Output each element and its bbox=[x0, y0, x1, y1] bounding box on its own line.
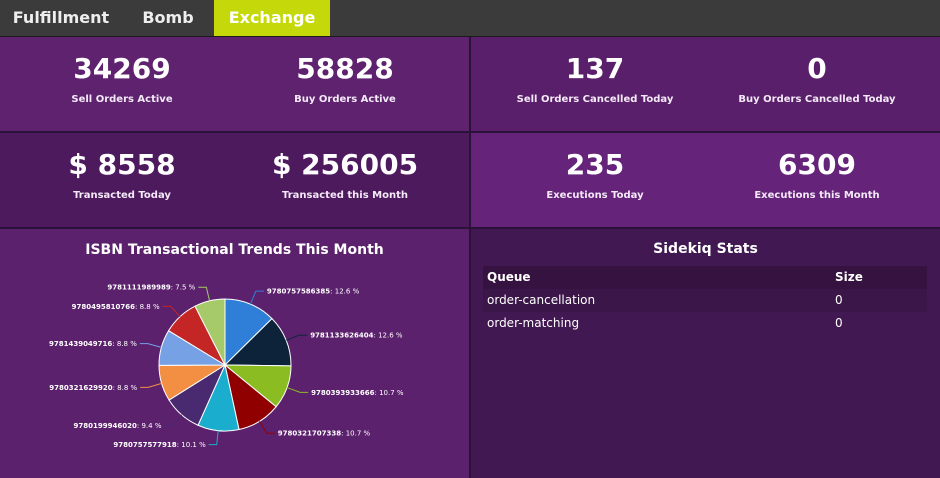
executions-panel: 235 Executions Today 6309 Executions thi… bbox=[471, 133, 940, 227]
buy-orders-cancelled-metric: 0 Buy Orders Cancelled Today bbox=[702, 52, 932, 106]
transacted-today-metric: $ 8558 Transacted Today bbox=[7, 148, 237, 202]
pie-connector-9780199946020 bbox=[164, 414, 183, 426]
sell-orders-active-metric: 34269 Sell Orders Active bbox=[7, 52, 237, 106]
pie-label-9781111989989: 9781111989989: 7.5 % bbox=[107, 284, 195, 292]
pie-label-9780199946020: 9780199946020: 9.4 % bbox=[74, 422, 162, 430]
transacted-month-metric: $ 256005 Transacted this Month bbox=[230, 148, 460, 202]
pie-label-9780321629920: 9780321629920: 8.8 % bbox=[49, 384, 137, 392]
table-row: order-matching 0 bbox=[483, 312, 927, 335]
sidekiq-panel: Sidekiq Stats Queue Size order-cancellat… bbox=[471, 229, 940, 478]
executions-month-label: Executions this Month bbox=[754, 190, 880, 201]
pie-label-9780393933666: 9780393933666: 10.7 % bbox=[311, 389, 404, 397]
transacted-month-label: Transacted this Month bbox=[282, 190, 408, 201]
buy-orders-active-value: 58828 bbox=[296, 52, 394, 85]
tab-exchange[interactable]: Exchange bbox=[214, 0, 330, 36]
sell-orders-active-label: Sell Orders Active bbox=[71, 94, 173, 105]
transacted-today-label: Transacted Today bbox=[73, 190, 171, 201]
executions-today-metric: 235 Executions Today bbox=[480, 148, 710, 202]
isbn-chart-panel: ISBN Transactional Trends This Month 978… bbox=[0, 229, 469, 478]
table-row: order-cancellation 0 bbox=[483, 289, 927, 312]
orders-cancelled-panel: 137 Sell Orders Cancelled Today 0 Buy Or… bbox=[471, 37, 940, 131]
sell-orders-cancelled-value: 137 bbox=[565, 52, 625, 85]
pie-connector-9780757577918 bbox=[208, 430, 219, 446]
tab-bomb[interactable]: Bomb bbox=[122, 0, 214, 36]
tab-fulfillment[interactable]: Fulfillment bbox=[0, 0, 122, 36]
orders-active-panel: 34269 Sell Orders Active 58828 Buy Order… bbox=[0, 37, 469, 131]
pie-label-9780757586385: 9780757586385: 12.6 % bbox=[267, 288, 360, 296]
sidekiq-table: Queue Size order-cancellation 0 order-ma… bbox=[483, 266, 927, 335]
queue-size: 0 bbox=[835, 293, 843, 307]
pie-connector-9781133626404 bbox=[286, 334, 308, 341]
queue-name: order-cancellation bbox=[487, 293, 596, 307]
sell-orders-cancelled-metric: 137 Sell Orders Cancelled Today bbox=[480, 52, 710, 106]
transacted-today-value: $ 8558 bbox=[68, 148, 176, 181]
pie-connector-9780321629920 bbox=[140, 382, 162, 388]
pie-connector-9780321707338 bbox=[259, 421, 275, 434]
pie-label-9781439049716: 9781439049716: 8.8 % bbox=[49, 340, 137, 348]
isbn-pie-chart: 9780757586385: 12.6 % 9781133626404: 12.6… bbox=[49, 284, 404, 449]
buy-orders-active-label: Buy Orders Active bbox=[294, 94, 396, 105]
executions-today-label: Executions Today bbox=[546, 190, 644, 201]
buy-orders-active-metric: 58828 Buy Orders Active bbox=[230, 52, 460, 106]
pie-label-9780495810766: 9780495810766: 8.8 % bbox=[72, 303, 160, 311]
size-column-header: Size bbox=[835, 270, 863, 284]
queue-name: order-matching bbox=[487, 316, 580, 330]
sell-orders-active-value: 34269 bbox=[73, 52, 171, 85]
transacted-month-value: $ 256005 bbox=[271, 148, 419, 181]
pie-label-9780321707338: 9780321707338: 10.7 % bbox=[278, 430, 371, 438]
queue-column-header: Queue bbox=[487, 270, 531, 284]
top-nav: Fulfillment Bomb Exchange bbox=[0, 0, 940, 37]
pie-connector-9781111989989 bbox=[198, 286, 211, 301]
sidekiq-title: Sidekiq Stats bbox=[653, 241, 758, 257]
pie-connector-9781439049716 bbox=[139, 343, 162, 348]
transacted-panel: $ 8558 Transacted Today $ 256005 Transac… bbox=[0, 133, 469, 227]
pie-label-9781133626404: 9781133626404: 12.6 % bbox=[310, 332, 403, 340]
executions-month-metric: 6309 Executions this Month bbox=[702, 148, 932, 202]
pie-label-9780757577918: 9780757577918: 10.1 % bbox=[113, 441, 206, 449]
queue-size: 0 bbox=[835, 316, 843, 330]
buy-orders-cancelled-value: 0 bbox=[807, 52, 827, 85]
sell-orders-cancelled-label: Sell Orders Cancelled Today bbox=[516, 94, 674, 105]
executions-month-value: 6309 bbox=[778, 148, 856, 181]
pie-connector-9780757586385 bbox=[249, 290, 264, 305]
sidekiq-header-row: Queue Size bbox=[483, 266, 927, 289]
executions-today-value: 235 bbox=[565, 148, 625, 181]
pie-connector-9780393933666 bbox=[286, 387, 309, 393]
buy-orders-cancelled-label: Buy Orders Cancelled Today bbox=[738, 94, 896, 105]
pie-connector-9780495810766 bbox=[162, 305, 181, 317]
